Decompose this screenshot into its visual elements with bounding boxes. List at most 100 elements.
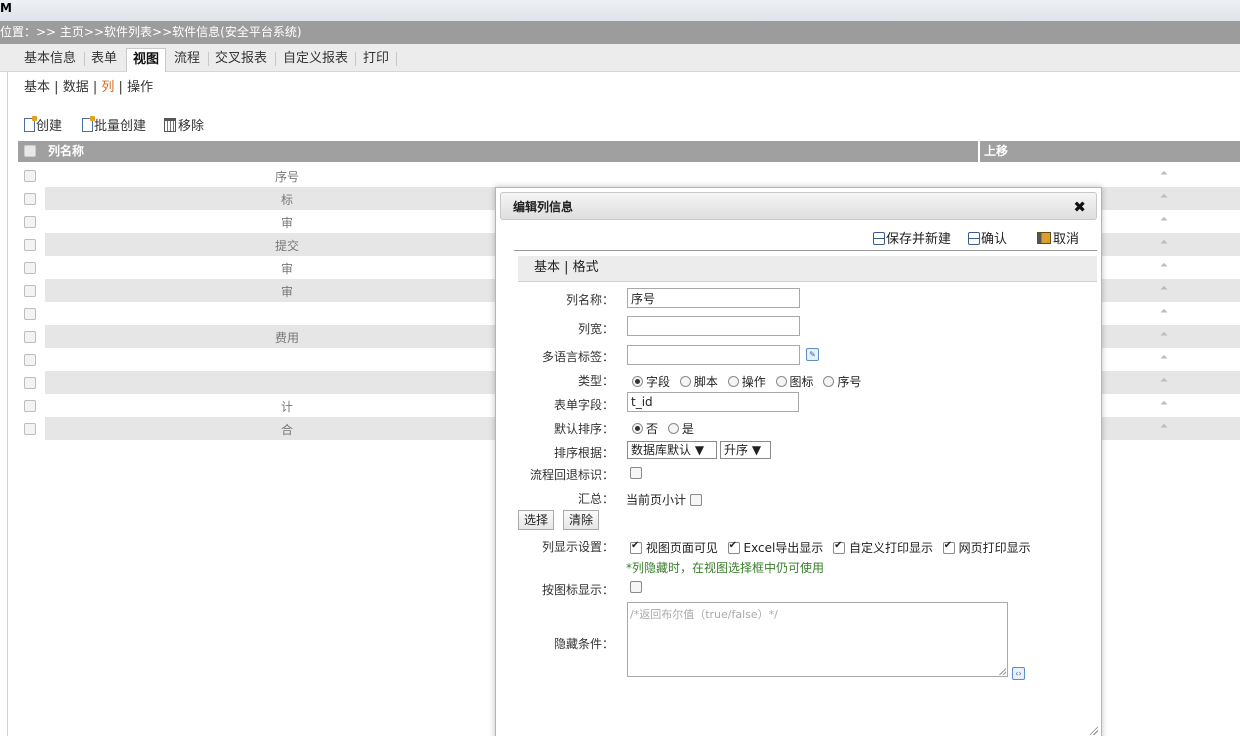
i18n-input[interactable] [627,345,800,365]
col-up-header[interactable]: 上移 [984,141,1008,162]
remove-label: 移除 [178,119,205,134]
col-width-input[interactable] [627,316,800,336]
top-bar: M [0,0,1240,21]
display-web-print[interactable]: 网页打印显示 [942,540,1031,555]
tab-cross-report[interactable]: 交叉报表 [215,50,267,68]
default-sort-yes[interactable]: 是 [667,422,694,436]
tab-print[interactable]: 打印 [363,50,389,68]
tab-divider [355,52,356,66]
move-up-icon[interactable]: ⏶ [1160,398,1168,409]
resize-grip-icon[interactable] [999,668,1006,675]
type-options: 字段 脚本 操作 图标 序号 [632,373,867,390]
type-option-icon[interactable]: 图标 [775,375,814,389]
i18n-picker-icon[interactable]: ✎ [806,348,819,361]
move-up-icon[interactable]: ⏶ [1160,237,1168,248]
row-checkbox[interactable] [24,308,36,320]
create-button[interactable]: 创建 [24,115,62,134]
subnav-columns[interactable]: 列 [101,80,114,95]
type-option-seq[interactable]: 序号 [823,375,861,389]
dialog-resize-grip-icon[interactable] [1089,726,1098,735]
type-option-field[interactable]: 字段 [632,375,670,389]
move-up-icon[interactable]: ⏶ [1160,214,1168,225]
move-up-icon[interactable]: ⏶ [1160,421,1168,432]
flow-back-checkbox[interactable] [630,467,642,479]
move-up-icon[interactable]: ⏶ [1160,283,1168,294]
batch-create-button[interactable]: 批量创建 [82,115,146,134]
hide-condition-placeholder: /*返回布尔值（true/false）*/ [630,608,778,621]
radio-icon [823,376,835,387]
script-editor-icon[interactable]: ‹› [1012,667,1025,680]
hide-condition-textarea[interactable]: /*返回布尔值（true/false）*/ [627,602,1008,677]
select-all-checkbox[interactable] [24,145,36,157]
dialog-divider [514,250,1097,251]
col-name-input[interactable] [627,288,800,308]
radio-icon [667,423,679,434]
subnav-actions[interactable]: 操作 [127,80,153,95]
dialog-title: 编辑列信息 [513,200,574,214]
display-excel-export[interactable]: Excel导出显示 [727,540,823,555]
table-row[interactable]: 序号 ⏶ [18,164,1240,187]
row-name: 标 [280,193,293,207]
dialog-title-bar[interactable]: 编辑列信息 ✖ [500,192,1097,220]
tab-divider [84,52,85,66]
row-name: 序号 [274,170,299,184]
type-label: 类型： [577,374,614,388]
checkbox-icon [727,540,740,554]
row-name: 审 [280,216,293,230]
flow-back-label: 流程回退标识： [529,468,614,482]
sort-order-select[interactable]: 升序 ▼ [720,441,771,459]
tab-flow[interactable]: 流程 [174,50,200,68]
confirm-label: 确认 [981,232,1008,247]
row-checkbox[interactable] [24,354,36,366]
move-up-icon[interactable]: ⏶ [1160,260,1168,271]
move-up-icon[interactable]: ⏶ [1160,352,1168,363]
dropdown-arrow-icon: ▼ [751,443,762,457]
form-field-input[interactable] [627,392,799,412]
tab-form[interactable]: 表单 [91,50,117,68]
remove-button[interactable]: 移除 [164,115,204,134]
type-option-action[interactable]: 操作 [727,375,766,389]
i18n-label: 多语言标签： [541,350,614,364]
header-divider [978,141,980,162]
move-up-icon[interactable]: ⏶ [1160,329,1168,340]
checkbox-icon [942,540,955,554]
radio-icon [632,376,643,387]
move-up-icon[interactable]: ⏶ [1160,168,1168,179]
tab-basic-info[interactable]: 基本信息 [24,50,76,68]
row-name: 计 [280,400,293,414]
type-option-label: 字段 [646,375,671,389]
trash-icon [164,118,176,132]
sort-order-value: 升序 [724,443,749,457]
page-subtotal-checkbox[interactable] [689,494,702,506]
move-up-icon[interactable]: ⏶ [1160,306,1168,317]
tab-divider [208,52,209,66]
default-sort-no[interactable]: 否 [632,422,658,436]
subnav-separator: | [92,80,98,95]
type-option-script[interactable]: 脚本 [679,375,718,389]
dialog-tabs[interactable]: 基本 | 格式 [518,256,1097,282]
icon-display-checkbox[interactable] [630,581,642,593]
move-up-icon[interactable]: ⏶ [1160,375,1168,386]
save-and-new-button[interactable]: 保存并新建 [873,228,951,247]
col-name-header[interactable]: 列名称 [48,141,84,162]
close-icon[interactable]: ✖ [1073,193,1086,221]
tab-view[interactable]: 视图 [126,48,167,72]
tab-custom-report[interactable]: 自定义报表 [283,50,348,68]
cancel-button[interactable]: 取消 [1037,228,1079,247]
sort-by-select[interactable]: 数据库默认 ▼ [627,441,717,459]
display-view-visible[interactable]: 视图页面可见 [630,540,718,555]
subnav-basic[interactable]: 基本 [24,80,50,95]
clear-button[interactable]: 清除 [563,510,600,530]
display-custom-print[interactable]: 自定义打印显示 [833,540,933,555]
subnav-data[interactable]: 数据 [63,80,89,95]
default-sort-options: 否 是 [632,420,700,437]
select-button[interactable]: 选择 [518,510,555,530]
row-name: 提交 [274,239,299,253]
radio-icon [775,376,787,387]
move-up-icon[interactable]: ⏶ [1160,191,1168,202]
row-checkbox[interactable] [24,377,36,389]
save-icon [873,232,885,245]
display-option-label: 视图页面可见 [645,541,718,555]
row-name: 合 [280,423,293,437]
confirm-button[interactable]: 确认 [968,228,1007,247]
